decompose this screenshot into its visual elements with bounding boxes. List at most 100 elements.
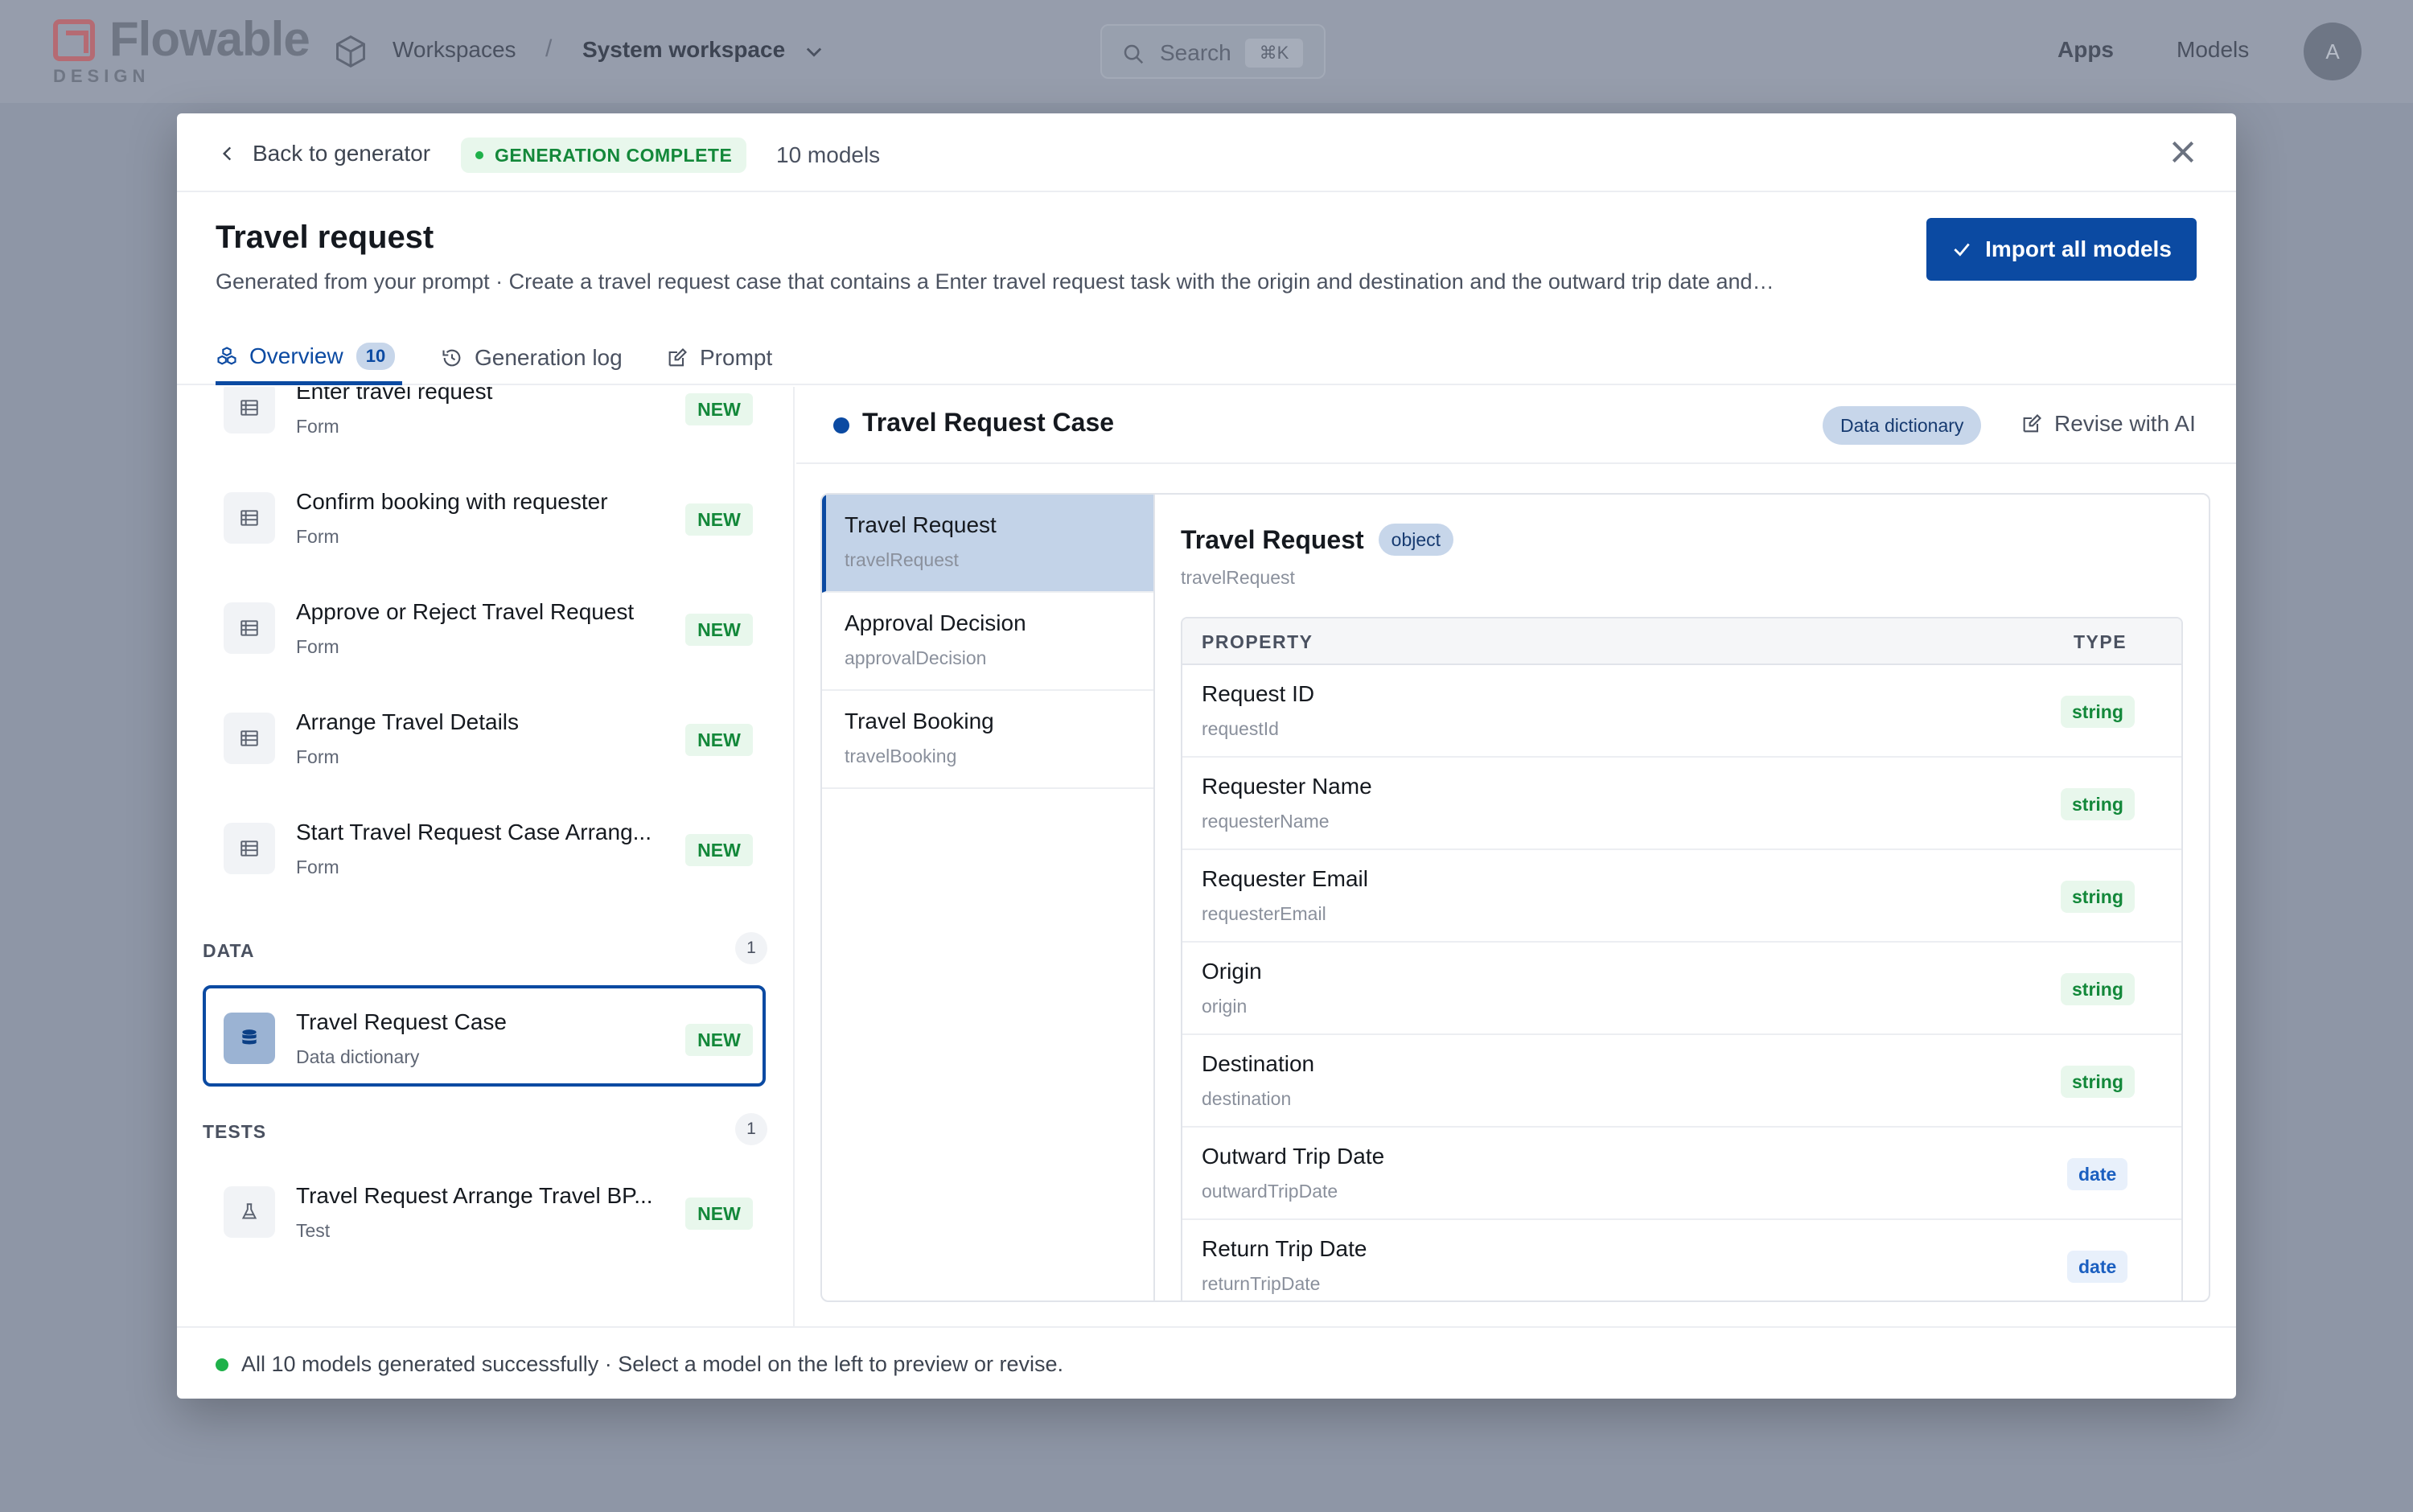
back-to-generator-button[interactable]: Back to generator [217, 141, 430, 166]
section-label-data: DATA [203, 940, 255, 961]
database-icon [224, 1013, 275, 1064]
model-count: 10 models [776, 142, 881, 167]
flowable-logo-icon [53, 19, 95, 61]
model-item-approve-or-reject[interactable]: Approve or Reject Travel Request Form NE… [203, 583, 766, 684]
footer-status-text: All 10 models generated successfully · S… [241, 1352, 1064, 1376]
revise-with-ai-button[interactable]: Revise with AI [2020, 411, 2196, 437]
model-item-name: Approve or Reject Travel Request [296, 599, 635, 624]
table-row[interactable]: Request ID requestId string [1182, 665, 2181, 758]
model-item-type: Form [296, 416, 339, 437]
workspace-selector[interactable]: System workspace [582, 37, 785, 63]
property-key: outwardTripDate [1202, 1181, 1338, 1202]
cubes-icon [217, 346, 236, 365]
tab-prompt[interactable]: Prompt [666, 331, 772, 385]
tab-generation-log-label: Generation log [475, 345, 623, 370]
user-avatar[interactable]: A [2304, 23, 2362, 80]
generation-status-badge: GENERATION COMPLETE [461, 138, 747, 173]
flowable-logo[interactable]: Flowable DESIGN [53, 12, 310, 90]
search-shortcut-hint: ⌘K [1245, 39, 1303, 68]
tab-generation-log[interactable]: Generation log [441, 331, 623, 385]
object-item-approval-decision[interactable]: Approval Decision approvalDecision [822, 593, 1153, 691]
new-badge: NEW [685, 1198, 753, 1230]
object-label: Travel Request [845, 512, 997, 537]
form-icon [224, 602, 275, 654]
object-title-text: Travel Request [1181, 524, 1364, 554]
object-key: approvalDecision [845, 647, 987, 668]
model-item-travel-request-case[interactable]: Travel Request Case Data dictionary NEW [203, 985, 766, 1087]
object-label: Travel Booking [845, 709, 994, 733]
property-table: PROPERTY TYPE Request ID requestId strin… [1181, 617, 2183, 1300]
form-icon [224, 823, 275, 874]
object-item-travel-booking[interactable]: Travel Booking travelBooking [822, 691, 1153, 789]
close-icon[interactable] [2167, 136, 2199, 168]
model-item-name: Travel Request Case [296, 1009, 507, 1034]
new-badge: NEW [685, 1024, 753, 1056]
property-key: requesterName [1202, 811, 1330, 832]
chevron-down-icon[interactable] [803, 40, 825, 63]
nav-workspaces-link[interactable]: Workspaces [393, 37, 516, 63]
object-list: Travel Request travelRequest Approval De… [822, 495, 1155, 1300]
model-item-type: Data dictionary [296, 1046, 420, 1067]
type-badge: string [2061, 973, 2135, 1005]
back-label: Back to generator [253, 141, 431, 166]
tab-overview-label: Overview [249, 343, 343, 368]
property-key: destination [1202, 1088, 1292, 1109]
logo-subtitle: DESIGN [53, 66, 150, 86]
table-row[interactable]: Requester Name requesterName string [1182, 758, 2181, 850]
table-row[interactable]: Origin origin string [1182, 943, 2181, 1035]
section-count-data: 1 [735, 932, 767, 964]
section-count-tests: 1 [735, 1113, 767, 1145]
detail-header: Travel Request Case Data dictionary Revi… [796, 387, 2236, 464]
tab-overview[interactable]: Overview 10 [216, 331, 402, 385]
revise-label: Revise with AI [2054, 411, 2196, 436]
app-header: Flowable DESIGN Workspaces / System work… [0, 0, 2413, 103]
object-type-badge: object [1378, 524, 1454, 556]
nav-models-link[interactable]: Models [2177, 37, 2249, 63]
property-table-header: PROPERTY TYPE [1182, 618, 2181, 665]
column-header-property: PROPERTY [1202, 631, 1313, 652]
history-icon [442, 349, 461, 367]
edit-icon [2023, 414, 2041, 433]
model-item-enter-travel-request[interactable]: Enter travel request Form NEW [203, 387, 766, 464]
flask-icon [224, 1186, 275, 1238]
status-badge-text: GENERATION COMPLETE [495, 144, 733, 166]
model-item-name: Start Travel Request Case Arrang... [296, 820, 652, 844]
form-icon [224, 492, 275, 544]
new-badge: NEW [685, 393, 753, 425]
type-badge: date [2067, 1251, 2128, 1283]
model-item-name: Travel Request Arrange Travel BP... [296, 1183, 653, 1208]
object-key: travelRequest [845, 549, 959, 570]
column-header-type: TYPE [2074, 631, 2127, 652]
new-badge: NEW [685, 834, 753, 866]
new-badge: NEW [685, 614, 753, 646]
table-row[interactable]: Return Trip Date returnTripDate date [1182, 1220, 2181, 1300]
type-badge: string [2061, 1066, 2135, 1098]
breadcrumb-separator: / [545, 35, 553, 62]
model-item-type: Form [296, 857, 339, 877]
success-dot-icon [216, 1358, 228, 1371]
section-label-tests: TESTS [203, 1121, 267, 1142]
object-key: travelBooking [845, 746, 957, 766]
global-search-input[interactable]: Search ⌘K [1100, 24, 1326, 79]
type-badge: string [2061, 696, 2135, 728]
model-item-name: Confirm booking with requester [296, 489, 608, 514]
import-all-models-button[interactable]: Import all models [1926, 218, 2197, 281]
nav-apps-link[interactable]: Apps [2057, 37, 2114, 63]
model-item-arrange-travel-details[interactable]: Arrange Travel Details Form NEW [203, 693, 766, 795]
table-row[interactable]: Requester Email requesterEmail string [1182, 850, 2181, 943]
table-row[interactable]: Destination destination string [1182, 1035, 2181, 1128]
property-label: Destination [1202, 1051, 1315, 1076]
model-item-confirm-booking[interactable]: Confirm booking with requester Form NEW [203, 473, 766, 574]
model-dot-icon [833, 417, 849, 433]
property-label: Requester Email [1202, 866, 1368, 891]
page-title: Travel request [216, 220, 434, 255]
model-item-start-travel-request[interactable]: Start Travel Request Case Arrang... Form… [203, 803, 766, 905]
object-item-travel-request[interactable]: Travel Request travelRequest [822, 495, 1153, 593]
model-item-test-arrange-travel[interactable]: Travel Request Arrange Travel BP... Test… [203, 1167, 766, 1268]
type-badge: string [2061, 788, 2135, 820]
table-row[interactable]: Outward Trip Date outwardTripDate date [1182, 1128, 2181, 1220]
model-detail-panel: Travel Request Case Data dictionary Revi… [796, 387, 2236, 1328]
type-badge: date [2067, 1158, 2128, 1190]
search-icon [1124, 44, 1144, 64]
model-item-type: Form [296, 636, 339, 657]
